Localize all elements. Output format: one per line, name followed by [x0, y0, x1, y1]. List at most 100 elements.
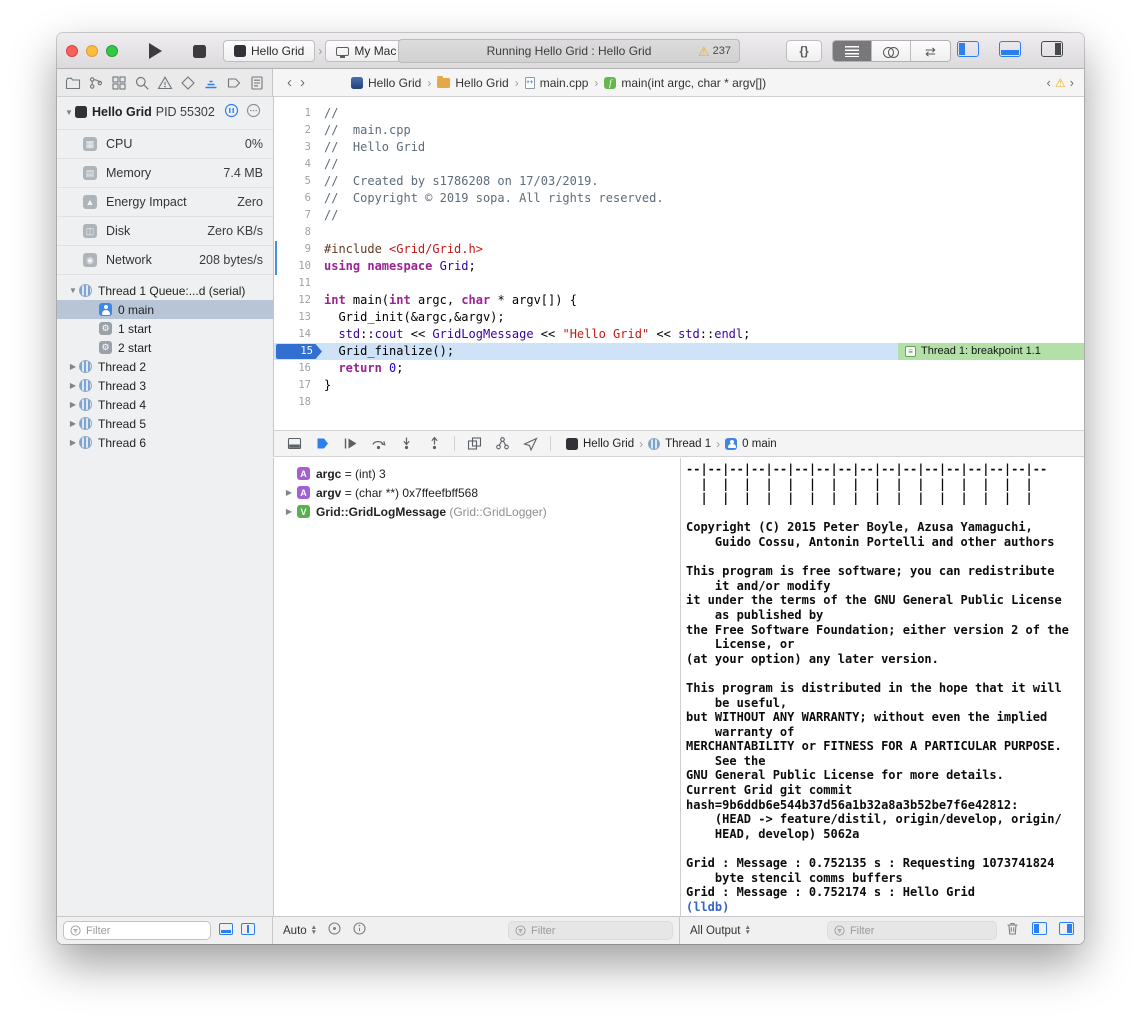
line-number[interactable]: 8	[274, 224, 316, 241]
show-paused-only-button[interactable]	[219, 922, 233, 940]
disclosure-triangle-icon[interactable]: ▶	[283, 488, 295, 497]
hide-debug-area-button[interactable]	[286, 435, 303, 452]
variables-filter-field[interactable]	[508, 921, 673, 940]
jumpbar-item-project[interactable]: Hello Grid	[351, 76, 421, 90]
line-number[interactable]: 7	[274, 207, 316, 224]
step-over-button[interactable]	[370, 435, 387, 452]
next-issue-button[interactable]: ›	[1068, 76, 1076, 89]
code-line-5[interactable]: 5// Created by s1786208 on 17/03/2019.	[274, 173, 1084, 190]
disclosure-triangle-icon[interactable]: ▶	[283, 507, 295, 516]
console-filter-field[interactable]	[827, 921, 997, 940]
process-row[interactable]: ▼ Hello Grid PID 55302	[57, 101, 273, 123]
zoom-button[interactable]	[106, 45, 118, 57]
disclosure-triangle-icon[interactable]: ▼	[67, 286, 79, 295]
line-number[interactable]: 11	[274, 275, 316, 292]
code-line-9[interactable]: 9#include <Grid/Grid.h>	[274, 241, 1084, 258]
navigator-filter-input[interactable]	[86, 925, 204, 937]
continue-button[interactable]	[342, 435, 359, 452]
breakpoint-marker[interactable]: 15	[276, 344, 322, 359]
line-number[interactable]: 4	[274, 156, 316, 173]
thread-row[interactable]: ▼Thread 1 Queue:...d (serial)	[57, 281, 273, 300]
breakpoints-toggle-button[interactable]	[314, 435, 331, 452]
pause-process-button[interactable]	[224, 103, 239, 121]
back-button[interactable]: ‹	[283, 75, 296, 90]
variables-scope-popup[interactable]: Auto ▲▼	[283, 925, 317, 937]
scheme-target-button[interactable]: Hello Grid	[223, 40, 315, 62]
gauge-row-network[interactable]: ◉Network208 bytes/s	[57, 246, 273, 275]
console-scope-popup[interactable]: All Output ▲▼	[690, 925, 751, 937]
line-number[interactable]: 12	[274, 292, 316, 309]
line-number[interactable]: 16	[274, 360, 316, 377]
disclosure-triangle-icon[interactable]: ▼	[63, 108, 75, 117]
line-number[interactable]: 17	[274, 377, 316, 394]
clear-console-button[interactable]	[1005, 921, 1020, 941]
line-number[interactable]: 1	[274, 105, 316, 122]
issue-navigator-tab[interactable]	[153, 71, 176, 95]
variables-view[interactable]: Aargc = (int) 3▶Aargv = (char **) 0x7ffe…	[273, 458, 680, 916]
find-navigator-tab[interactable]	[130, 71, 153, 95]
debug-crumb-app[interactable]: Hello Grid	[566, 438, 634, 450]
source-editor[interactable]: 1//2// main.cpp3// Hello Grid4//5// Crea…	[273, 97, 1084, 430]
debug-crumb-thread[interactable]: Thread 1	[648, 438, 711, 450]
toggle-debug-area-button[interactable]	[999, 41, 1021, 62]
line-number[interactable]: 15	[274, 343, 316, 360]
console-output[interactable]: --|--|--|--|--|--|--|--|--|--|--|--|--|-…	[680, 458, 1084, 916]
gauge-row-memory[interactable]: ▤Memory7.4 MB	[57, 159, 273, 188]
minimize-button[interactable]	[86, 45, 98, 57]
code-line-14[interactable]: 14 std::cout << GridLogMessage << "Hello…	[274, 326, 1084, 343]
symbol-navigator-tab[interactable]	[107, 71, 130, 95]
variable-row[interactable]: Aargc = (int) 3	[274, 464, 680, 483]
run-button[interactable]	[143, 40, 167, 62]
code-line-3[interactable]: 3// Hello Grid	[274, 139, 1084, 156]
navigator-filter-field[interactable]	[63, 921, 211, 940]
code-line-1[interactable]: 1//	[274, 105, 1084, 122]
simulate-location-button[interactable]	[522, 435, 539, 452]
line-number[interactable]: 13	[274, 309, 316, 326]
gauge-row-energy[interactable]: ▲Energy ImpactZero	[57, 188, 273, 217]
code-line-2[interactable]: 2// main.cpp	[274, 122, 1084, 139]
disclosure-triangle-icon[interactable]: ▶	[67, 381, 79, 390]
line-number[interactable]: 5	[274, 173, 316, 190]
line-number[interactable]: 2	[274, 122, 316, 139]
stack-frame-row[interactable]: 0 main	[57, 300, 273, 319]
source-control-navigator-tab[interactable]	[84, 71, 107, 95]
debug-view-hierarchy-button[interactable]	[466, 435, 483, 452]
thread-row[interactable]: ▶Thread 5	[57, 414, 273, 433]
info-button[interactable]	[352, 921, 367, 941]
gauge-row-cpu[interactable]: ▦CPU0%	[57, 130, 273, 159]
thread-row[interactable]: ▶Thread 4	[57, 395, 273, 414]
code-line-4[interactable]: 4//	[274, 156, 1084, 173]
variable-row[interactable]: ▶VGrid::GridLogMessage (Grid::GridLogger…	[274, 502, 680, 521]
memory-graph-button[interactable]	[494, 435, 511, 452]
toggle-variables-view-button[interactable]	[1032, 922, 1047, 940]
project-navigator-tab[interactable]	[61, 71, 84, 95]
issue-warning-icon[interactable]: ⚠	[1055, 77, 1066, 89]
code-line-17[interactable]: 17}	[274, 377, 1084, 394]
disclosure-triangle-icon[interactable]: ▶	[67, 400, 79, 409]
disclosure-triangle-icon[interactable]: ▶	[67, 438, 79, 447]
code-line-10[interactable]: 10using namespace Grid;	[274, 258, 1084, 275]
standard-editor-button[interactable]	[833, 41, 872, 61]
stop-button[interactable]	[187, 40, 211, 62]
code-line-6[interactable]: 6// Copyright © 2019 sopa. All rights re…	[274, 190, 1084, 207]
variables-filter-input[interactable]	[531, 925, 666, 937]
line-number[interactable]: 10	[274, 258, 316, 275]
code-line-13[interactable]: 13 Grid_init(&argc,&argv);	[274, 309, 1084, 326]
code-line-16[interactable]: 16 return 0;	[274, 360, 1084, 377]
scheme-destination-button[interactable]: My Mac	[325, 40, 407, 62]
thread-row[interactable]: ▶Thread 2	[57, 357, 273, 376]
code-line-7[interactable]: 7//	[274, 207, 1084, 224]
process-info-button[interactable]	[246, 103, 261, 121]
thread-row[interactable]: ▶Thread 3	[57, 376, 273, 395]
disclosure-triangle-icon[interactable]: ▶	[67, 419, 79, 428]
code-line-8[interactable]: 8	[274, 224, 1084, 241]
report-navigator-tab[interactable]	[245, 71, 268, 95]
line-number[interactable]: 6	[274, 190, 316, 207]
breakpoint-navigator-tab[interactable]	[222, 71, 245, 95]
thread-row[interactable]: ▶Thread 6	[57, 433, 273, 452]
disclosure-triangle-icon[interactable]: ▶	[67, 362, 79, 371]
test-navigator-tab[interactable]	[176, 71, 199, 95]
warning-badge[interactable]: ⚠ 237	[698, 40, 731, 62]
code-line-11[interactable]: 11	[274, 275, 1084, 292]
line-number[interactable]: 18	[274, 394, 316, 411]
